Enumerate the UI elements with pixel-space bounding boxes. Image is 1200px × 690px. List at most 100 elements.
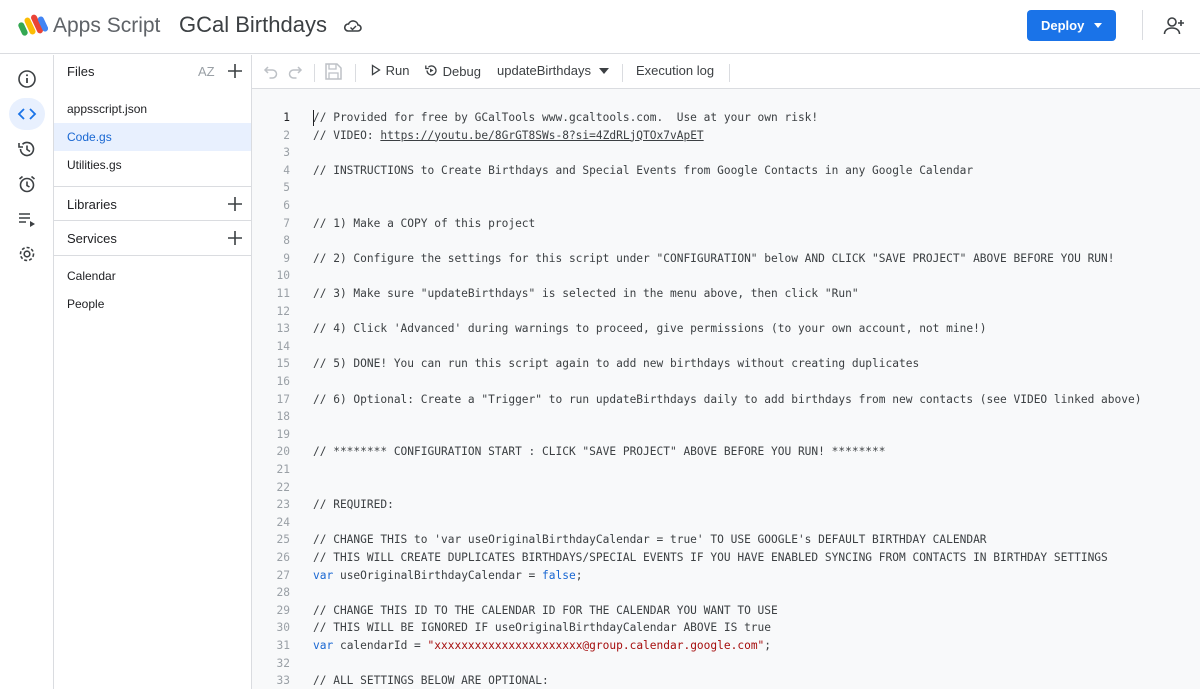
debug-button[interactable]: Debug [424, 63, 481, 79]
line-number: 15 [276, 357, 290, 371]
code-line: 9 // 2) Configure the settings for this s… [252, 251, 1200, 268]
app-name[interactable]: Apps Script [53, 14, 160, 38]
divider [54, 255, 251, 256]
function-select-value: updateBirthdays [497, 63, 591, 78]
line-number: 19 [276, 427, 290, 441]
code-line: 23 // REQUIRED: [252, 497, 1200, 514]
code-text: // REQUIRED: [313, 498, 394, 511]
line-number: 24 [276, 515, 290, 529]
line-number: 20 [276, 445, 290, 459]
services-section: Services [54, 221, 251, 255]
code-comment: // THIS WILL BE IGNORED IF useOriginalBi… [313, 621, 772, 635]
run-label: Run [385, 63, 410, 78]
line-number: 14 [276, 339, 290, 353]
file-item-appsscript-json[interactable]: appsscript.json [54, 95, 251, 123]
line-number: 11 [276, 287, 290, 300]
code-keyword: var [313, 639, 334, 652]
code-line: 15 // 5) DONE! You can run this script ag… [252, 356, 1200, 373]
code-line: 17 // 6) Optional: Create a "Trigger" to … [252, 392, 1200, 409]
deploy-button[interactable]: Deploy [1027, 10, 1116, 41]
code-icon [17, 108, 37, 120]
play-icon [371, 64, 381, 76]
code-line: 31 var calendarId = "xxxxxxxxxxxxxxxxxxxx… [252, 638, 1200, 655]
editor-toolbar: Run Debug updateBirthdays Execution log [252, 55, 1200, 89]
code-comment: // INSTRUCTIONS to Create Birthdays and … [313, 163, 974, 177]
line-number: 18 [276, 410, 290, 424]
code-line: 22 [252, 480, 1200, 497]
code-line: 24 [252, 515, 1200, 532]
text-cursor [313, 110, 314, 126]
executions-button[interactable] [9, 203, 45, 235]
add-person-icon[interactable] [1163, 15, 1185, 37]
debug-label: Debug [442, 64, 481, 79]
code-line: 5 [252, 180, 1200, 197]
project-settings-button[interactable] [9, 238, 45, 270]
sort-az-icon[interactable]: AZ [198, 64, 215, 79]
line-number: 12 [276, 304, 290, 318]
code-line: 11 // 3) Make sure "updateBirthdays" is s… [252, 286, 1200, 303]
line-number: 27 [276, 568, 290, 582]
code-line: 2 // VIDEO: https://youtu.be/8GrGT8SWs-8?… [252, 128, 1200, 145]
left-nav-rail [0, 55, 54, 689]
deploy-label: Deploy [1041, 18, 1085, 33]
code-line: 14 [252, 339, 1200, 356]
code-line: 3 [252, 145, 1200, 162]
code-line: 20 // ******** CONFIGURATION START : CLIC… [252, 444, 1200, 461]
code-text: // ALL SETTINGS BELOW ARE OPTIONAL: [313, 674, 549, 687]
redo-icon[interactable] [287, 64, 303, 80]
function-select[interactable]: updateBirthdays [497, 63, 609, 78]
code-text: // 2) Configure the settings for this sc… [313, 252, 1115, 265]
triggers-button[interactable] [9, 168, 45, 200]
overview-button[interactable] [9, 63, 45, 95]
debug-icon [425, 65, 437, 76]
run-button[interactable]: Run [370, 63, 409, 78]
code-line: 27 var useOriginalBirthdayCalendar = fals… [252, 568, 1200, 585]
gear-icon [19, 246, 35, 262]
files-header: Files AZ [54, 55, 251, 89]
line-number: 26 [276, 551, 290, 564]
code-punctuation: ; [764, 639, 772, 652]
code-literal: false [542, 568, 576, 582]
code-line: 19 [252, 427, 1200, 444]
code-comment: // THIS WILL CREATE DUPLICATES BIRTHDAYS… [313, 551, 1108, 564]
add-file-icon[interactable] [227, 63, 243, 79]
file-item-code-gs[interactable]: Code.gs [54, 123, 251, 151]
code-text: // ******** CONFIGURATION START : CLICK … [313, 445, 886, 458]
code-editor[interactable]: 1 // Provided for free by GCalTools www.g… [252, 89, 1200, 689]
add-library-icon[interactable] [227, 196, 243, 212]
info-icon [18, 70, 36, 88]
code-text: // INSTRUCTIONS to Create Birthdays and … [313, 164, 973, 177]
code-comment: // REQUIRED: [313, 498, 394, 512]
line-number: 6 [283, 199, 290, 212]
code-line: 4 // INSTRUCTIONS to Create Birthdays and… [252, 163, 1200, 180]
code-line: 8 [252, 233, 1200, 250]
save-icon[interactable] [324, 62, 343, 81]
project-title[interactable]: GCal Birthdays [179, 12, 327, 38]
line-number: 29 [276, 603, 290, 617]
execution-log-button[interactable]: Execution log [636, 63, 714, 78]
file-item-utilities-gs[interactable]: Utilities.gs [54, 151, 251, 179]
line-number: 9 [283, 251, 290, 265]
service-item-people[interactable]: People [67, 297, 104, 311]
line-number: 4 [283, 163, 290, 177]
line-number: 13 [276, 322, 290, 336]
line-number: 21 [276, 463, 290, 476]
undo-icon[interactable] [263, 64, 279, 80]
line-number: 16 [276, 375, 290, 388]
code-text: // 1) Make a COPY of this project [313, 217, 535, 230]
file-item-label: appsscript.json [67, 102, 148, 116]
toolbar-divider [355, 64, 356, 82]
code-comment: // 6) Optional: Create a "Trigger" to ru… [313, 392, 1142, 406]
code-comment: // 5) DONE! You can run this script agai… [313, 357, 920, 371]
editor-button[interactable] [9, 98, 45, 130]
code-comment: // VIDEO: [313, 128, 381, 142]
project-history-button[interactable] [9, 133, 45, 165]
service-item-calendar[interactable]: Calendar [67, 269, 116, 283]
file-item-label: Utilities.gs [67, 158, 122, 172]
code-text: var calendarId = "xxxxxxxxxxxxxxxxxxxxxx… [313, 639, 771, 652]
add-service-icon[interactable] [227, 230, 243, 246]
line-number: 5 [283, 181, 290, 195]
libraries-label: Libraries [67, 197, 117, 212]
line-number: 17 [276, 392, 290, 406]
line-number: 3 [283, 146, 290, 160]
